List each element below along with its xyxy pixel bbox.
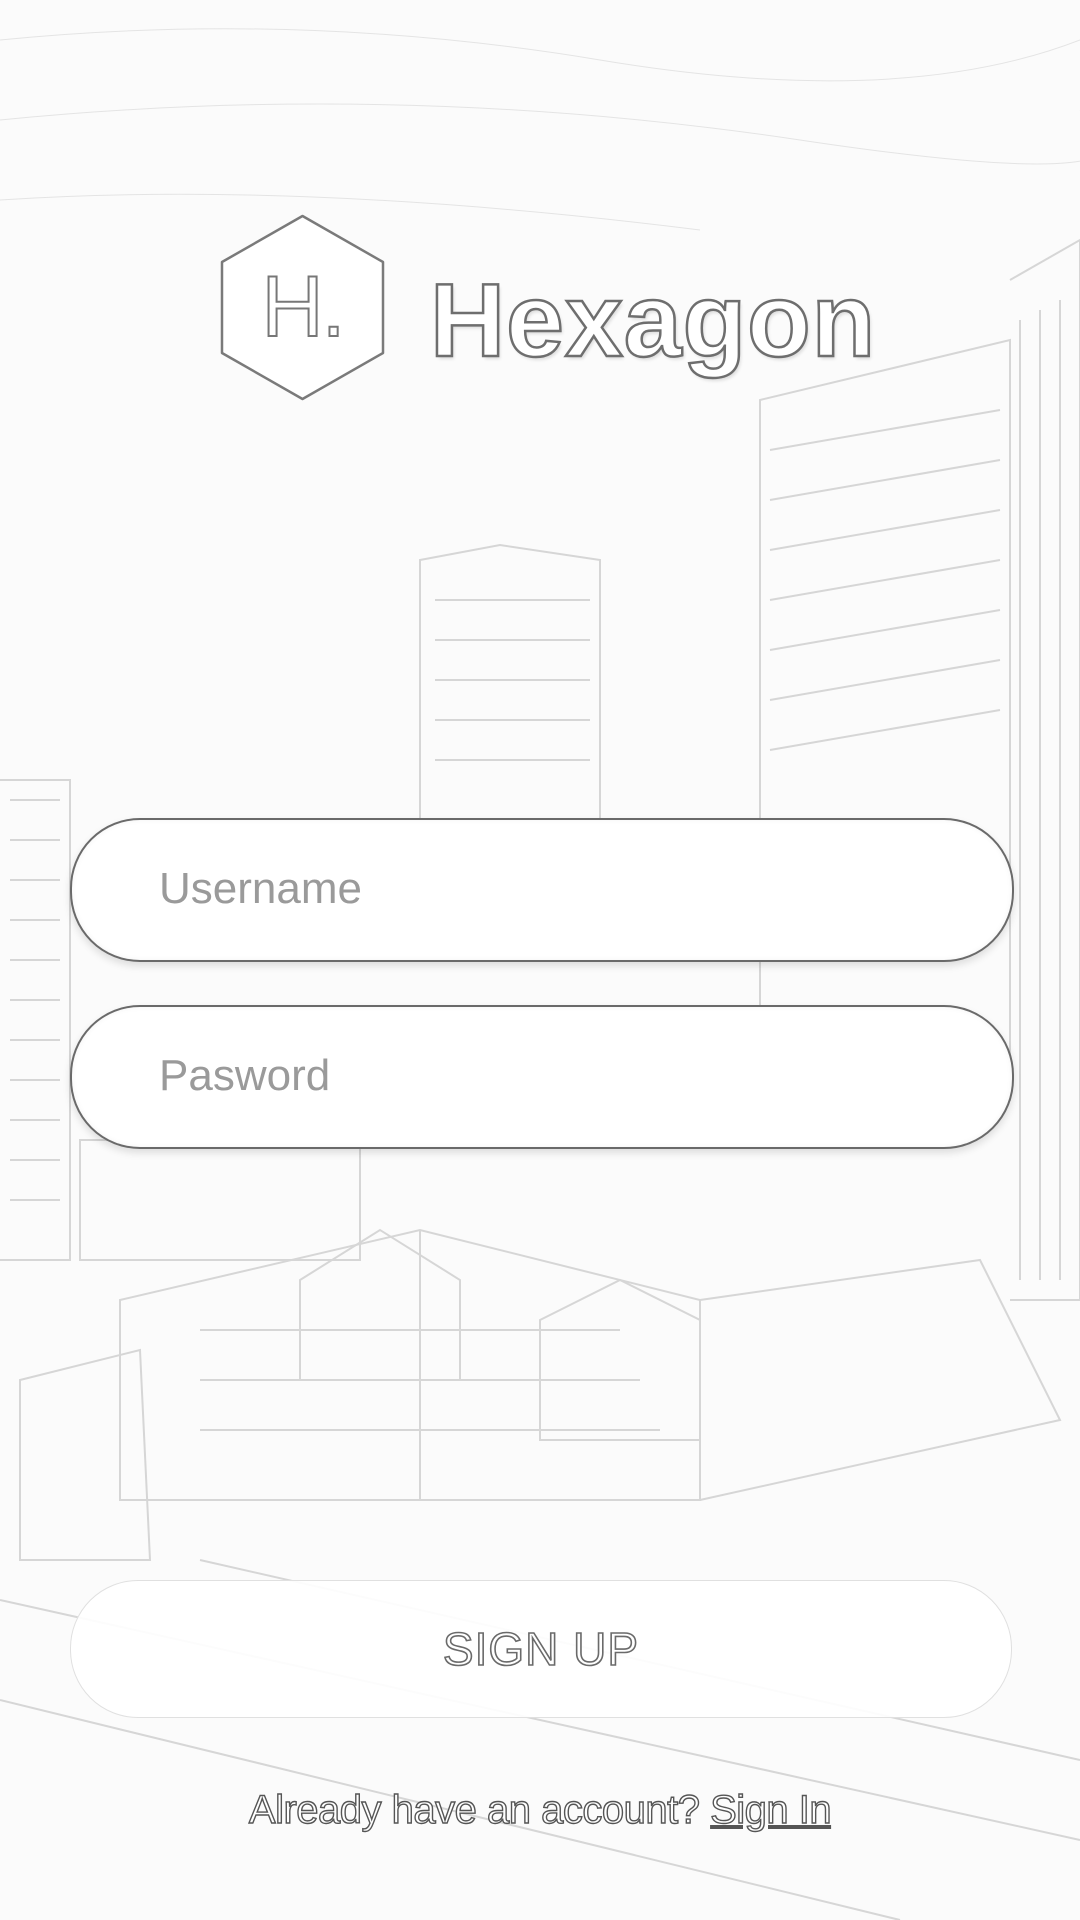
signin-prompt: Already have an account? Sign In	[0, 1787, 1080, 1833]
password-input[interactable]	[157, 1007, 961, 1145]
sign-in-link[interactable]: Sign In	[709, 1787, 832, 1832]
sign-up-button[interactable]: SIGN UP	[70, 1580, 1012, 1718]
logo-letter: H.	[261, 258, 347, 356]
brand-name: Hexagon	[429, 262, 877, 381]
sign-up-label: SIGN UP	[442, 1622, 640, 1676]
signin-prompt-text: Already have an account?	[248, 1787, 711, 1832]
password-field[interactable]	[70, 1005, 1014, 1149]
username-input[interactable]	[157, 820, 961, 958]
brand-logo: H. Hexagon	[215, 210, 876, 405]
username-field[interactable]	[70, 818, 1014, 962]
